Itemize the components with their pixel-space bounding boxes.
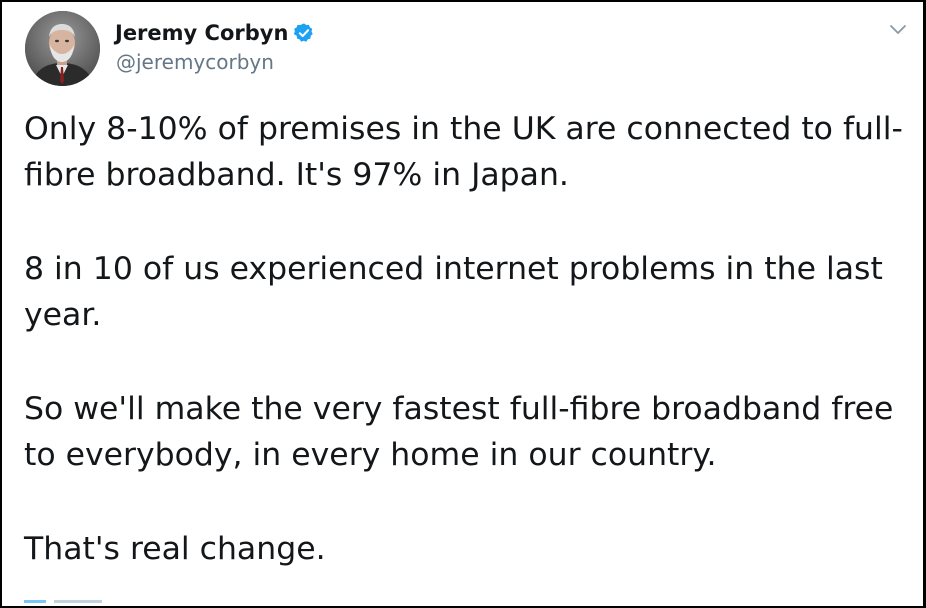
tweet-paragraph: That's real change. xyxy=(24,531,326,567)
tweet-paragraph: 8 in 10 of us experienced internet probl… xyxy=(24,251,883,333)
profile-photo-icon xyxy=(25,11,100,86)
cropped-footer-remnant xyxy=(24,600,102,603)
verified-badge-icon xyxy=(293,22,315,44)
avatar[interactable] xyxy=(25,11,100,86)
chevron-down-icon[interactable] xyxy=(888,22,908,38)
tweet-paragraph: So we'll make the very fastest full-fibr… xyxy=(24,391,894,473)
author-name-row[interactable]: Jeremy Corbyn xyxy=(115,18,315,48)
tweet-text: Only 8-10% of premises in the UK are con… xyxy=(24,106,919,572)
tweet-paragraph: Only 8-10% of premises in the UK are con… xyxy=(24,111,903,193)
tweet-card: Jeremy Corbyn @jeremycorbyn Only 8-10% o… xyxy=(0,0,926,608)
author-display-name[interactable]: Jeremy Corbyn xyxy=(115,21,288,45)
author-handle[interactable]: @jeremycorbyn xyxy=(116,50,274,74)
